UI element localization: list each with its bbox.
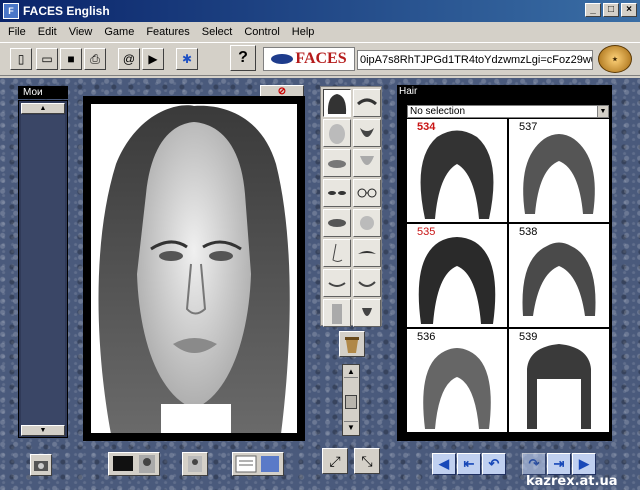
open-folder-icon[interactable]: ▭ (36, 48, 58, 70)
hair-number: 539 (519, 331, 538, 343)
watermark-text: kazrex.at.ua (526, 474, 618, 489)
composite-frame (83, 96, 305, 441)
feature-eye-detail-button[interactable] (323, 209, 351, 237)
close-button[interactable]: × (621, 3, 637, 17)
dropdown-value: No selection (410, 106, 466, 117)
feature-position-slider[interactable]: ▲ ▼ (342, 364, 360, 436)
feature-mustache-button[interactable] (353, 239, 381, 267)
hair-option[interactable]: 534 (407, 119, 507, 222)
hair-filter-dropdown[interactable]: No selection ▼ (407, 105, 609, 118)
hair-number: 535 (417, 226, 436, 238)
feature-neck-button[interactable] (323, 299, 351, 327)
help-button[interactable]: ? (230, 45, 256, 71)
app-icon: F (3, 3, 19, 19)
hair-option[interactable]: 535 (407, 224, 507, 327)
hair-number: 537 (519, 121, 538, 133)
first-page-arrow-icon[interactable]: ◀ (432, 453, 456, 475)
menu-edit[interactable]: Edit (32, 26, 63, 38)
medical-star-icon[interactable]: ✱ (176, 48, 198, 70)
feature-selector (320, 86, 382, 327)
feature-mouth-button[interactable] (323, 269, 351, 297)
hair-number: 536 (417, 331, 436, 343)
window-title: FACES English (23, 4, 110, 18)
expand-icon[interactable]: ⤢ (322, 448, 348, 474)
save-disk-icon[interactable]: ■ (60, 48, 82, 70)
hair-number: 534 (417, 121, 436, 133)
slider-down-arrow-icon[interactable]: ▼ (344, 421, 358, 433)
play-icon[interactable]: ▶ (142, 48, 164, 70)
hair-number: 538 (519, 226, 538, 238)
view-mode-button[interactable] (108, 452, 160, 476)
hair-option[interactable]: 539 (509, 329, 609, 432)
faces-logo: FACES (263, 47, 355, 71)
menu-control[interactable]: Control (238, 26, 285, 38)
feature-head-shape-button[interactable] (323, 119, 351, 147)
feature-eyebrow-button[interactable] (353, 89, 381, 117)
minimize-button[interactable]: _ (585, 3, 601, 17)
feature-smile-button[interactable] (353, 269, 381, 297)
redo-arrow-icon[interactable]: ↷ (522, 453, 546, 475)
print-portrait-icon[interactable] (182, 452, 208, 476)
camera-icon[interactable] (30, 454, 52, 476)
feature-beard-button[interactable] (353, 119, 381, 147)
report-icon[interactable] (232, 452, 284, 476)
feature-lips-button[interactable] (323, 149, 351, 177)
menu-file[interactable]: File (2, 26, 32, 38)
scroll-track[interactable] (21, 115, 65, 425)
hair-option[interactable]: 538 (509, 224, 609, 327)
scroll-up-button[interactable]: ▲ (21, 103, 65, 114)
last-page-arrow-icon[interactable]: ▶ (572, 453, 596, 475)
slider-up-arrow-icon[interactable]: ▲ (344, 366, 358, 378)
feature-ear-button[interactable] (353, 209, 381, 237)
composite-face[interactable] (91, 104, 297, 433)
face-code-field[interactable]: 0ipA7s8RhTJPGd1TR4toYdzwmzLgi=cFoz29w0 (357, 50, 593, 70)
slider-thumb[interactable] (345, 395, 357, 409)
menu-select[interactable]: Select (196, 26, 239, 38)
logo-text: FACES (295, 50, 347, 67)
menu-bar: File Edit View Game Features Select Cont… (0, 22, 640, 42)
left-panel-title: Мои (18, 86, 68, 99)
left-scroll-panel: ▲ ▼ (18, 100, 68, 438)
feature-nose-button[interactable] (323, 239, 351, 267)
undo-arrow-icon[interactable]: ↶ (482, 453, 506, 475)
hair-option[interactable]: 536 (407, 329, 507, 432)
spiral-icon[interactable]: @ (118, 48, 140, 70)
print-icon[interactable]: ⎙ (84, 48, 106, 70)
menu-view[interactable]: View (63, 26, 99, 38)
globe-icon (271, 54, 294, 64)
feature-chin-button[interactable] (353, 149, 381, 177)
trash-icon[interactable] (339, 331, 365, 357)
feature-glasses-button[interactable] (353, 179, 381, 207)
maximize-button[interactable]: □ (603, 3, 619, 17)
feature-eyes-button[interactable] (323, 179, 351, 207)
next-page-arrow-icon[interactable]: ⇥ (547, 453, 571, 475)
menu-features[interactable]: Features (140, 26, 195, 38)
app-window: F FACES English _ □ × File Edit View Gam… (0, 0, 640, 490)
award-seal-icon: ★ (598, 45, 632, 73)
scroll-down-button[interactable]: ▼ (21, 425, 65, 436)
menu-help[interactable]: Help (286, 26, 321, 38)
title-bar: F FACES English _ □ × (0, 0, 640, 22)
hair-panel-title: Hair (399, 86, 418, 97)
chevron-down-icon[interactable]: ▼ (597, 106, 608, 117)
collapse-icon[interactable]: ⤡ (354, 448, 380, 474)
prev-page-arrow-icon[interactable]: ⇤ (457, 453, 481, 475)
feature-hair-button[interactable] (323, 89, 351, 117)
new-file-icon[interactable]: ▯ (10, 48, 32, 70)
hair-option[interactable]: 537 (509, 119, 609, 222)
menu-game[interactable]: Game (98, 26, 140, 38)
feature-goatee-button[interactable] (353, 299, 381, 327)
